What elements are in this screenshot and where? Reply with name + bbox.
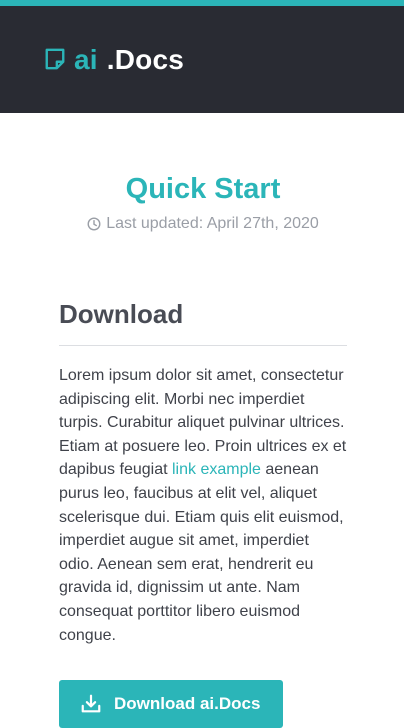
logo-docs-text: .Docs xyxy=(106,43,185,75)
section-paragraph: Lorem ipsum dolor sit amet, consectetur … xyxy=(59,364,347,647)
download-button-label: Download ai.Docs xyxy=(114,694,261,714)
logo-ai-text: ai xyxy=(74,43,98,75)
section-divider xyxy=(59,345,347,346)
paragraph-text-continued: aenean purus leo, faucibus at elit vel, … xyxy=(59,461,344,644)
document-icon xyxy=(45,48,65,69)
download-icon xyxy=(81,694,101,713)
last-updated-text: Last updated: April 27th, 2020 xyxy=(106,215,319,232)
site-logo[interactable]: ai .Docs xyxy=(44,44,184,76)
inline-link[interactable]: link example xyxy=(172,461,261,478)
section-title: Download xyxy=(59,299,184,329)
page-title: Quick Start xyxy=(125,173,281,205)
last-updated: Last updated: April 27th, 2020 xyxy=(59,215,347,233)
download-button[interactable]: Download ai.Docs xyxy=(59,680,284,728)
main-content: Quick Start Last updated: April 27th, 20… xyxy=(0,171,404,728)
clock-icon xyxy=(87,217,101,231)
site-header: ai .Docs xyxy=(0,6,404,113)
